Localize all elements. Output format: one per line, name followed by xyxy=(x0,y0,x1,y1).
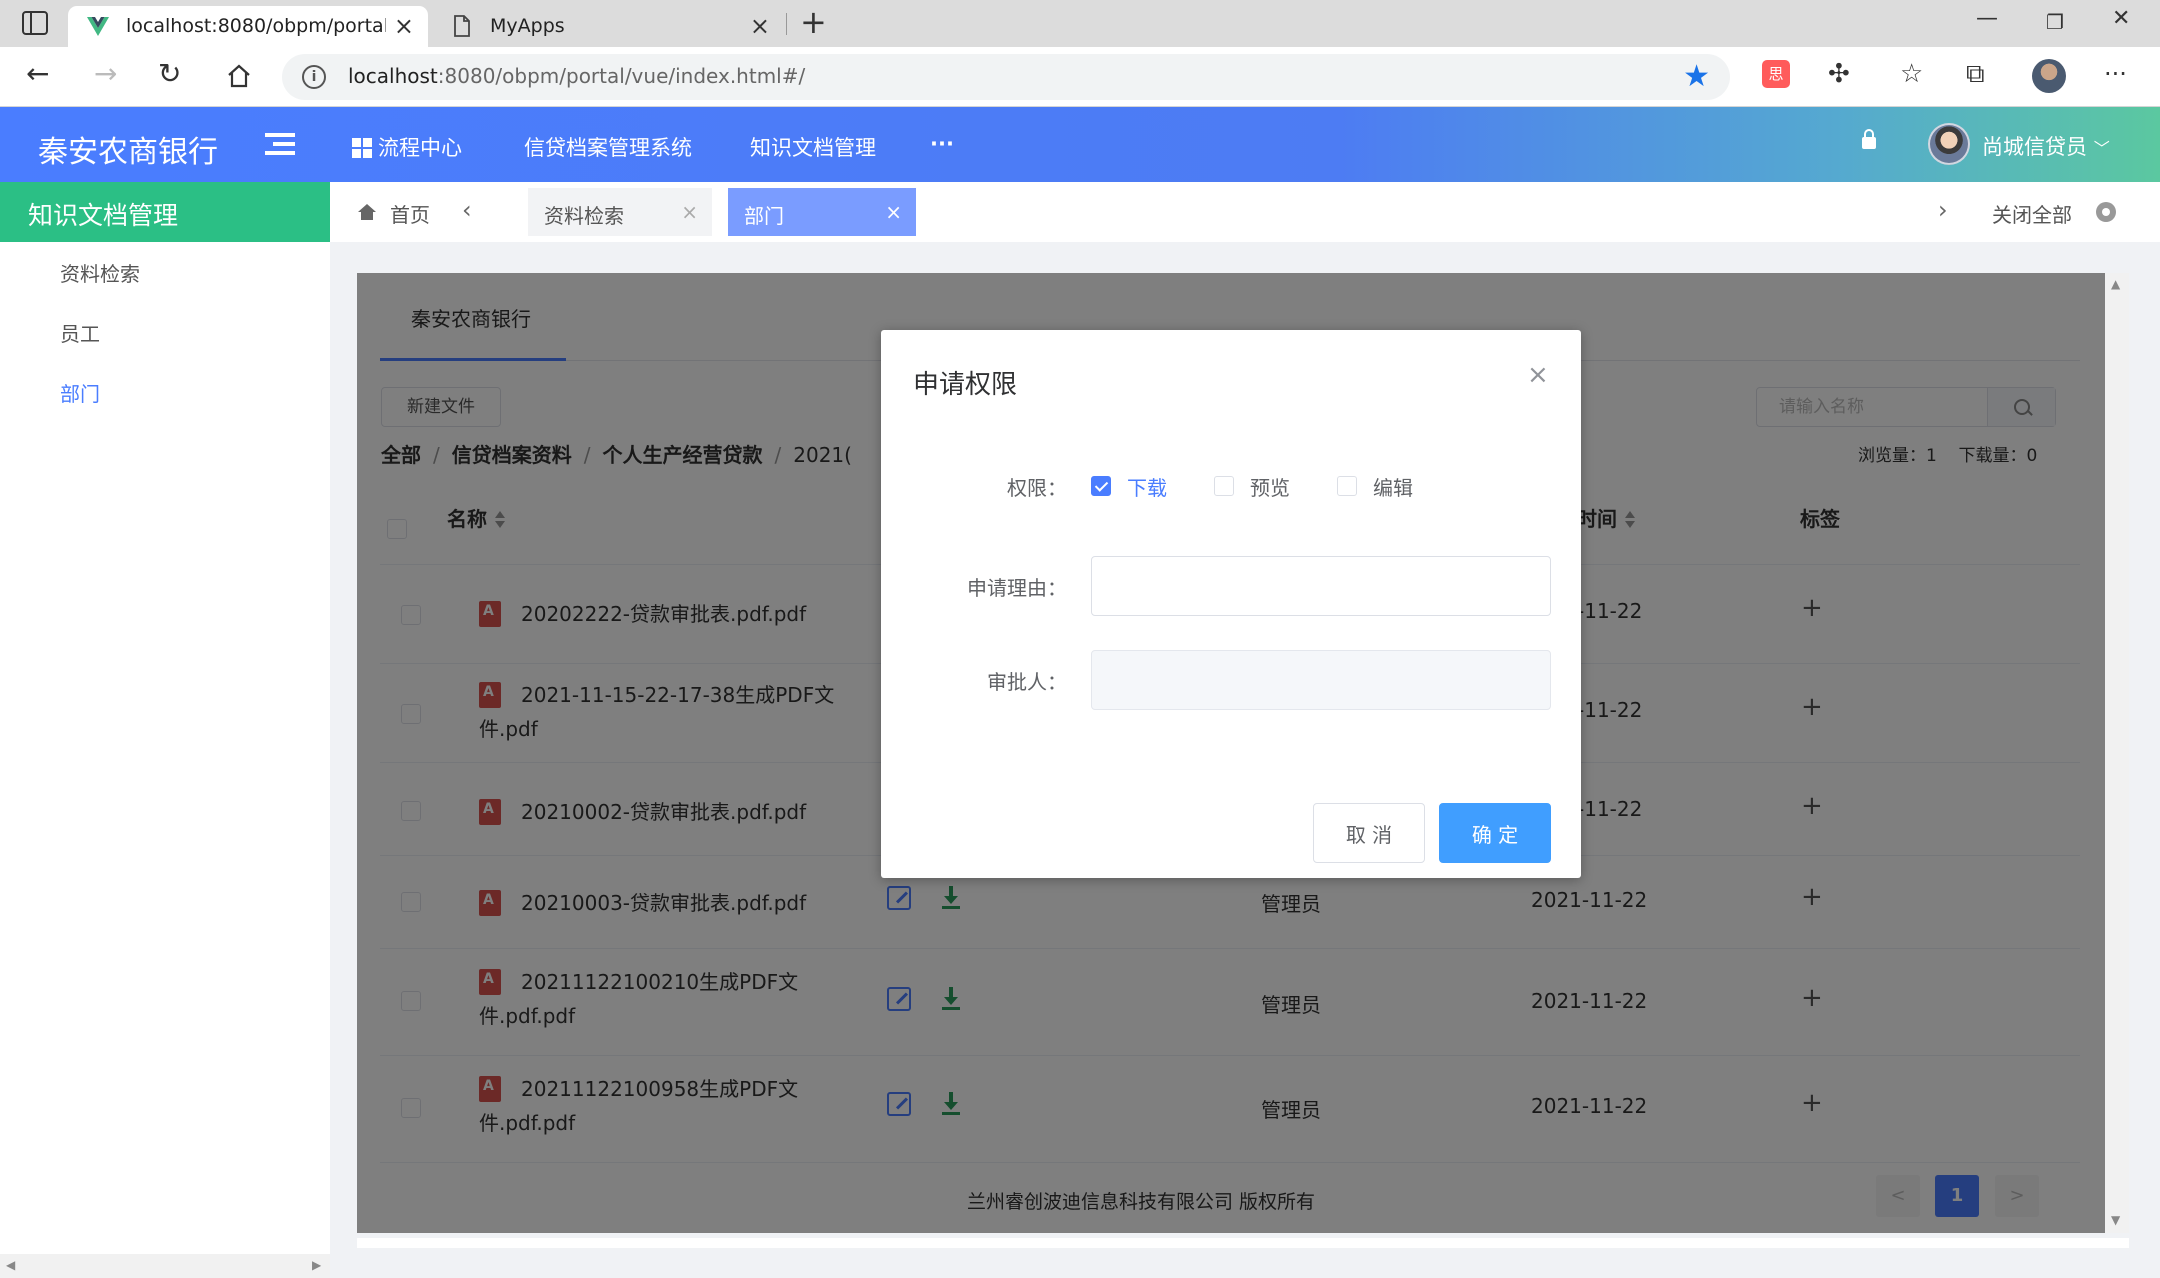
sidebar-horizontal-scrollbar[interactable]: ◀ ▶ xyxy=(0,1254,330,1278)
page-icon xyxy=(454,15,470,37)
sidebar: 知识文档管理 资料检索 员工 部门 ◀ ▶ xyxy=(0,182,330,1278)
browser-tab-myapps[interactable]: MyApps × xyxy=(432,6,784,47)
permission-download-checkbox[interactable] xyxy=(1091,476,1111,496)
grid-icon xyxy=(352,138,372,158)
permission-preview-checkbox[interactable] xyxy=(1214,476,1234,496)
permission-request-dialog: 申请权限 × 权限： 下载 预览 编辑 申请理由： 审批人： 取 消 确 定 xyxy=(881,330,1581,878)
content-bottom-edge xyxy=(357,1238,2129,1248)
close-all-button[interactable]: 关闭全部 xyxy=(1992,199,2072,228)
vue-logo-icon xyxy=(87,17,109,36)
window-close-icon[interactable]: ✕ xyxy=(2112,6,2130,31)
scroll-left-icon[interactable]: ◀ xyxy=(6,1258,15,1272)
content-vertical-scrollbar[interactable]: ▲ ▼ xyxy=(2105,273,2129,1233)
nav-process-center[interactable]: 流程中心 xyxy=(352,132,462,162)
scroll-up-icon[interactable]: ▲ xyxy=(2111,277,2120,291)
tab-label: 部门 xyxy=(744,204,784,228)
tab-home[interactable]: 首页 xyxy=(390,199,430,228)
extension-icon[interactable]: 思 xyxy=(1762,60,1790,88)
reason-label: 申请理由： xyxy=(967,576,1067,600)
restore-icon[interactable]: ❐ xyxy=(2046,10,2064,34)
permission-edit-checkbox[interactable] xyxy=(1337,476,1357,496)
scroll-right-icon[interactable]: ▶ xyxy=(312,1258,321,1272)
cancel-button[interactable]: 取 消 xyxy=(1313,803,1425,863)
reload-icon[interactable]: ↻ xyxy=(158,59,181,89)
browser-tab-strip: localhost:8080/obpm/portal/vue/index.htm… xyxy=(0,0,2160,47)
forward-icon[interactable]: → xyxy=(94,59,117,89)
tab-label: 资料检索 xyxy=(544,204,624,228)
tabs-scroll-left-icon[interactable]: ‹ xyxy=(462,196,472,224)
sidebar-item-department[interactable]: 部门 xyxy=(60,378,100,407)
permission-preview-label[interactable]: 预览 xyxy=(1250,472,1290,501)
browser-sidebar-icon[interactable] xyxy=(22,11,48,35)
favorites-icon[interactable]: ☆ xyxy=(1900,59,1923,89)
approver-label: 审批人： xyxy=(987,670,1067,694)
user-menu[interactable]: 尚城信贷员 ﹀ xyxy=(1982,131,2110,161)
nav-credit-archive[interactable]: 信贷档案管理系统 xyxy=(524,132,692,162)
tab-search[interactable]: 资料检索 × xyxy=(528,188,712,236)
more-menu-icon[interactable]: ··· xyxy=(2104,59,2127,89)
home-icon[interactable] xyxy=(226,63,252,89)
minimize-icon[interactable]: — xyxy=(1976,6,1998,31)
reason-input[interactable] xyxy=(1091,556,1551,616)
address-bar[interactable]: i localhost:8080/obpm/portal/vue/index.h… xyxy=(282,54,1730,100)
dialog-title: 申请权限 xyxy=(913,370,1018,400)
close-icon[interactable]: × xyxy=(885,200,902,224)
chevron-down-icon: ﹀ xyxy=(2093,139,2110,158)
browser-tab-title: localhost:8080/obpm/portal/vue/index.htm… xyxy=(126,15,386,37)
close-icon[interactable]: × xyxy=(1527,360,1549,390)
bookmark-star-icon[interactable]: ★ xyxy=(1683,59,1710,94)
browser-toolbar: ← → ↻ i localhost:8080/obpm/portal/vue/i… xyxy=(0,47,2160,107)
profile-avatar[interactable] xyxy=(2032,59,2066,93)
site-info-icon[interactable]: i xyxy=(302,65,326,89)
browser-tab-title: MyApps xyxy=(490,15,565,37)
permission-download-label[interactable]: 下载 xyxy=(1127,472,1167,501)
page-tabs-bar: 首页 ‹ 资料检索 × 部门 × › 关闭全部 xyxy=(330,182,2160,242)
close-icon[interactable]: × xyxy=(681,200,698,224)
collections-icon[interactable]: ⧉ xyxy=(1966,59,1985,89)
sidebar-item-search[interactable]: 资料检索 xyxy=(60,258,140,287)
sidebar-item-staff[interactable]: 员工 xyxy=(60,318,100,347)
tabs-scroll-right-icon[interactable]: › xyxy=(1938,196,1948,224)
lock-icon[interactable] xyxy=(1862,129,1876,149)
home-icon[interactable] xyxy=(358,204,376,220)
back-icon[interactable]: ← xyxy=(26,59,49,89)
nav-more[interactable]: ··· xyxy=(930,132,954,156)
tab-department[interactable]: 部门 × xyxy=(728,188,916,236)
tab-separator xyxy=(786,13,787,35)
menu-toggle-icon[interactable] xyxy=(265,133,295,155)
extensions-puzzle-icon[interactable]: ✣ xyxy=(1828,59,1850,89)
close-tab-icon[interactable]: × xyxy=(750,12,770,40)
close-all-icon[interactable] xyxy=(2096,202,2116,222)
url-text: localhost:8080/obpm/portal/vue/index.htm… xyxy=(348,64,806,88)
approver-select[interactable] xyxy=(1091,650,1551,710)
user-avatar[interactable] xyxy=(1928,123,1970,165)
brand-title: 秦安农商银行 xyxy=(38,135,218,170)
sidebar-title: 知识文档管理 xyxy=(0,182,330,242)
scroll-down-icon[interactable]: ▼ xyxy=(2111,1213,2120,1227)
close-tab-icon[interactable]: × xyxy=(394,12,414,40)
new-tab-icon[interactable]: + xyxy=(800,3,827,41)
nav-knowledge-docs[interactable]: 知识文档管理 xyxy=(750,132,876,162)
permission-edit-label[interactable]: 编辑 xyxy=(1373,472,1413,501)
browser-tab-active[interactable]: localhost:8080/obpm/portal/vue/index.htm… xyxy=(68,6,428,47)
app-header: 秦安农商银行 流程中心 信贷档案管理系统 知识文档管理 ··· 尚城信贷员 ﹀ xyxy=(0,107,2160,182)
confirm-button[interactable]: 确 定 xyxy=(1439,803,1551,863)
permission-label: 权限： xyxy=(1007,476,1067,500)
